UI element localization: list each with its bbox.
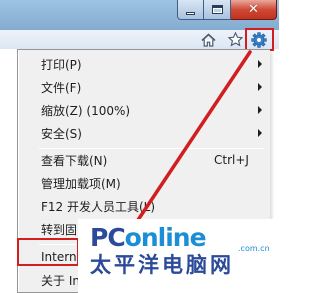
command-bar — [0, 30, 279, 49]
maximize-button[interactable] — [204, 0, 231, 20]
menu-item-print[interactable]: 打印(P) — [21, 53, 270, 75]
menu-item-label: 安全(S) — [41, 126, 82, 141]
watermark-logo: PConline — [90, 223, 207, 252]
submenu-arrow-icon — [258, 60, 262, 68]
minimize-button[interactable] — [177, 0, 204, 20]
minimize-icon — [186, 11, 195, 15]
menu-item-zoom[interactable]: 缩放(Z) (100%) — [21, 99, 270, 121]
menu-item-label: 文件(F) — [41, 80, 82, 95]
shortcut-text: Ctrl+J — [214, 153, 249, 167]
menu-item-file[interactable]: 文件(F) — [21, 76, 270, 98]
window-controls: ✕ — [177, 0, 277, 20]
menu-item-view-downloads[interactable]: 查看下载(N) Ctrl+J — [21, 149, 270, 171]
maximize-icon — [211, 5, 223, 14]
watermark-brand-online: online — [124, 223, 207, 252]
title-bar: ✕ — [0, 0, 279, 30]
menu-item-manage-addons[interactable]: 管理加载项(M) — [21, 172, 270, 194]
internet-options-highlight-box — [17, 238, 79, 266]
menu-item-label: 缩放(Z) (100%) — [41, 103, 131, 118]
watermark: PConline .com.cn 太平洋电脑网 — [78, 219, 279, 293]
menu-item-dev-tools[interactable]: F12 开发人员工具(L) — [21, 195, 270, 217]
menu-item-label: F12 开发人员工具(L) — [41, 199, 156, 214]
star-icon[interactable] — [225, 30, 245, 49]
submenu-arrow-icon — [258, 106, 262, 114]
watermark-chinese-name: 太平洋电脑网 — [90, 253, 234, 277]
watermark-brand-pc: PC — [90, 223, 126, 252]
menu-item-label: 打印(P) — [41, 57, 82, 72]
home-icon[interactable] — [198, 30, 218, 49]
submenu-arrow-icon — [258, 83, 262, 91]
gear-highlight-box — [245, 28, 274, 51]
menu-item-label: 管理加载项(M) — [41, 176, 121, 191]
submenu-arrow-icon — [258, 129, 262, 137]
close-icon: ✕ — [248, 2, 259, 17]
watermark-domain: .com.cn — [238, 244, 270, 253]
close-button[interactable]: ✕ — [231, 0, 277, 20]
menu-item-safety[interactable]: 安全(S) — [21, 122, 270, 144]
